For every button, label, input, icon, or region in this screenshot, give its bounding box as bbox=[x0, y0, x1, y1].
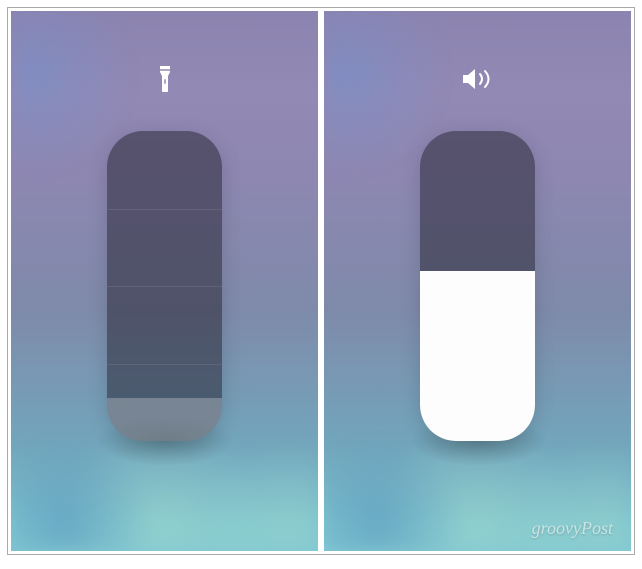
slider-step-divider bbox=[107, 286, 222, 287]
panel-content bbox=[324, 11, 631, 551]
volume-panel: groovyPost bbox=[324, 11, 631, 551]
slider-step-divider bbox=[107, 364, 222, 365]
volume-slider[interactable] bbox=[420, 131, 535, 441]
flashlight-slider[interactable] bbox=[107, 131, 222, 441]
watermark-text: groovyPost bbox=[532, 518, 613, 539]
slider-step-divider bbox=[107, 209, 222, 210]
slider-fill bbox=[107, 398, 222, 441]
panel-content bbox=[11, 11, 318, 551]
flashlight-panel bbox=[11, 11, 318, 551]
flashlight-icon bbox=[157, 61, 173, 96]
slider-fill bbox=[420, 271, 535, 442]
screenshot-container: groovyPost bbox=[7, 7, 635, 555]
volume-icon bbox=[461, 61, 495, 96]
